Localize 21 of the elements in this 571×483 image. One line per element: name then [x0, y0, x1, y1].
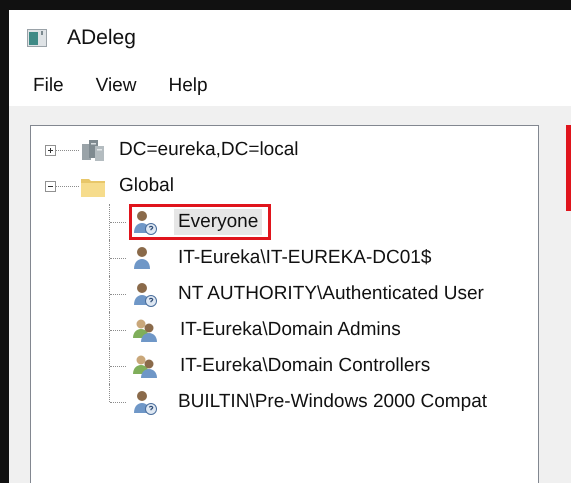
tree-item[interactable]: NT AUTHORITY\Authenticated User — [174, 281, 488, 307]
tree-item[interactable]: BUILTIN\Pre-Windows 2000 Compat — [174, 389, 492, 415]
unknown-user-icon — [132, 389, 158, 415]
tree-item[interactable]: DC=eureka,DC=local — [115, 137, 303, 163]
unknown-user-icon — [132, 209, 158, 235]
expand-icon[interactable] — [45, 144, 56, 156]
tree-item[interactable]: IT-Eureka\Domain Controllers — [176, 353, 434, 379]
menu-item[interactable]: Help — [158, 75, 218, 97]
collapse-icon[interactable] — [45, 180, 56, 192]
window-title: ADeleg — [67, 26, 136, 50]
group-icon — [132, 317, 160, 343]
tree-item[interactable]: IT-Eureka\Domain Admins — [176, 317, 405, 343]
menu-item[interactable]: File — [23, 75, 74, 97]
tree-item[interactable]: IT-Eureka\IT-EUREKA-DC01$ — [174, 245, 436, 271]
tree-item[interactable]: Everyone — [174, 209, 262, 235]
app-icon — [27, 29, 47, 47]
group-icon — [132, 353, 160, 379]
unknown-user-icon — [132, 281, 158, 307]
server-icon — [81, 138, 105, 162]
tree-item[interactable]: Global — [115, 173, 178, 199]
menu-item[interactable]: View — [86, 75, 146, 97]
